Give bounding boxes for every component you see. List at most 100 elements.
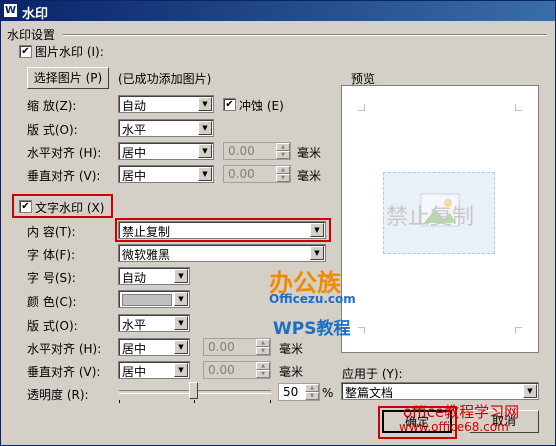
text-valign-offset-spinner[interactable]: 0.00 ▲ ▼	[203, 361, 271, 379]
preview-watermark-text: 禁止复制	[386, 205, 475, 230]
transparency-label: 透明度 (R):	[27, 388, 89, 402]
picture-valign-dropdown[interactable]: 居中 ▼	[118, 165, 214, 183]
margin-corner	[358, 104, 365, 111]
site-watermark-url: www.office68.com	[399, 420, 509, 434]
text-valign-value: 居中	[122, 365, 147, 379]
text-valign-dropdown[interactable]: 居中 ▼	[118, 361, 190, 379]
text-font-value: 微软雅黑	[122, 248, 171, 262]
text-valign-label: 垂直对齐 (V):	[27, 365, 101, 379]
transparency-spinner[interactable]: 50 ▲ ▼	[278, 383, 320, 401]
text-watermark-checkbox[interactable]: ✔	[19, 200, 32, 213]
chevron-down-icon: ▼	[174, 363, 188, 377]
section-divider	[63, 34, 547, 36]
slider-tick	[119, 400, 120, 403]
text-content-label: 内 容(T):	[27, 225, 76, 239]
picture-valign-offset: 0.00	[228, 167, 255, 181]
spin-down-icon[interactable]: ▼	[256, 347, 270, 355]
picture-scale-label: 缩 放(Z):	[27, 99, 77, 113]
spin-down-icon[interactable]: ▼	[305, 392, 319, 400]
washout-checkbox[interactable]: ✔	[223, 98, 236, 111]
picture-halign-value: 居中	[122, 146, 147, 160]
text-font-dropdown[interactable]: 微软雅黑 ▼	[118, 244, 326, 262]
chevron-down-icon: ▼	[174, 292, 188, 306]
chevron-down-icon: ▼	[198, 97, 212, 111]
text-valign-offset: 0.00	[208, 363, 235, 377]
spin-up-icon[interactable]: ▲	[256, 339, 270, 347]
chevron-down-icon: ▼	[198, 144, 212, 158]
chevron-down-icon: ▼	[310, 246, 324, 260]
spin-down-icon[interactable]: ▼	[276, 174, 290, 182]
text-content-value: 禁止复制	[122, 225, 171, 239]
picture-layout-value: 水平	[122, 123, 147, 137]
text-halign-dropdown[interactable]: 居中 ▼	[118, 338, 190, 356]
picture-valign-value: 居中	[122, 169, 147, 183]
text-size-label: 字 号(S):	[27, 271, 76, 285]
select-picture-button[interactable]: 选择图片 (P)	[27, 67, 109, 89]
picture-scale-dropdown[interactable]: 自动 ▼	[118, 95, 214, 113]
text-halign-offset: 0.00	[208, 340, 235, 354]
spin-up-icon[interactable]: ▲	[276, 143, 290, 151]
chevron-down-icon: ▼	[310, 223, 324, 237]
picture-watermark-checkbox[interactable]: ✔	[19, 45, 32, 58]
text-halign-label: 水平对齐 (H):	[27, 342, 102, 356]
chevron-down-icon: ▼	[174, 340, 188, 354]
picture-status-text: (已成功添加图片)	[118, 72, 212, 86]
window-title: 水印	[22, 7, 49, 22]
chevron-down-icon: ▼	[174, 316, 188, 330]
text-halign-value: 居中	[122, 342, 147, 356]
apply-to-dropdown[interactable]: 整篇文档 ▼	[341, 382, 539, 400]
chevron-down-icon: ▼	[523, 384, 537, 398]
spin-up-icon[interactable]: ▲	[256, 362, 270, 370]
transparency-value: 50	[283, 385, 299, 399]
watermark-dialog: W 水印 水印设置 ✔ 图片水印 (I): 选择图片 (P) (已成功添加图片)…	[0, 0, 556, 446]
text-color-dropdown[interactable]: ▼	[118, 290, 190, 308]
picture-halign-unit: 毫米	[297, 146, 322, 160]
text-halign-unit: 毫米	[279, 342, 304, 356]
picture-valign-unit: 毫米	[297, 169, 322, 183]
picture-valign-offset-spinner[interactable]: 0.00 ▲ ▼	[223, 165, 291, 183]
text-halign-offset-spinner[interactable]: 0.00 ▲ ▼	[203, 338, 271, 356]
preview-pane: 禁止复制	[341, 85, 539, 353]
picture-halign-offset: 0.00	[228, 144, 255, 158]
text-size-dropdown[interactable]: 自动 ▼	[118, 267, 190, 285]
picture-halign-dropdown[interactable]: 居中 ▼	[118, 142, 214, 160]
picture-layout-dropdown[interactable]: 水平 ▼	[118, 119, 214, 137]
text-color-label: 颜 色(C):	[27, 295, 77, 309]
picture-halign-label: 水平对齐 (H):	[27, 146, 102, 160]
text-layout-label: 版 式(O):	[27, 319, 78, 333]
picture-valign-label: 垂直对齐 (V):	[27, 169, 101, 183]
wps-tutorial-text: WPS教程	[273, 319, 351, 339]
picture-watermark-label: 图片水印 (I):	[35, 45, 104, 59]
chevron-down-icon: ▼	[174, 269, 188, 283]
text-font-label: 字 体(F):	[27, 248, 76, 262]
text-layout-value: 水平	[122, 318, 147, 332]
text-watermark-label: 文字水印 (X)	[35, 201, 105, 215]
text-content-dropdown[interactable]: 禁止复制 ▼	[118, 221, 326, 239]
margin-corner	[515, 104, 522, 111]
spin-down-icon[interactable]: ▼	[256, 370, 270, 378]
picture-scale-value: 自动	[122, 99, 147, 113]
text-layout-dropdown[interactable]: 水平 ▼	[118, 314, 190, 332]
chevron-down-icon: ▼	[198, 121, 212, 135]
slider-tick	[270, 400, 271, 403]
margin-corner	[358, 327, 365, 334]
transparency-slider-thumb[interactable]	[189, 382, 198, 399]
transparency-unit: %	[322, 386, 334, 400]
washout-label: 冲蚀 (E)	[239, 99, 284, 113]
chevron-down-icon: ▼	[198, 167, 212, 181]
logo-domain: Officezu.com	[269, 292, 356, 306]
spin-up-icon[interactable]: ▲	[305, 384, 319, 392]
text-size-value: 自动	[122, 271, 147, 285]
wps-w-icon: W	[4, 4, 17, 17]
spin-down-icon[interactable]: ▼	[276, 151, 290, 159]
picture-halign-offset-spinner[interactable]: 0.00 ▲ ▼	[223, 142, 291, 160]
site-watermark-title: office教程学习网	[403, 403, 520, 421]
apply-to-label: 应用于 (Y):	[342, 367, 403, 381]
text-valign-unit: 毫米	[279, 365, 304, 379]
color-swatch	[122, 294, 172, 306]
picture-layout-label: 版 式(O):	[27, 123, 78, 137]
slider-tick	[194, 400, 195, 403]
margin-corner	[515, 327, 522, 334]
section-title: 水印设置	[7, 28, 56, 42]
spin-up-icon[interactable]: ▲	[276, 166, 290, 174]
